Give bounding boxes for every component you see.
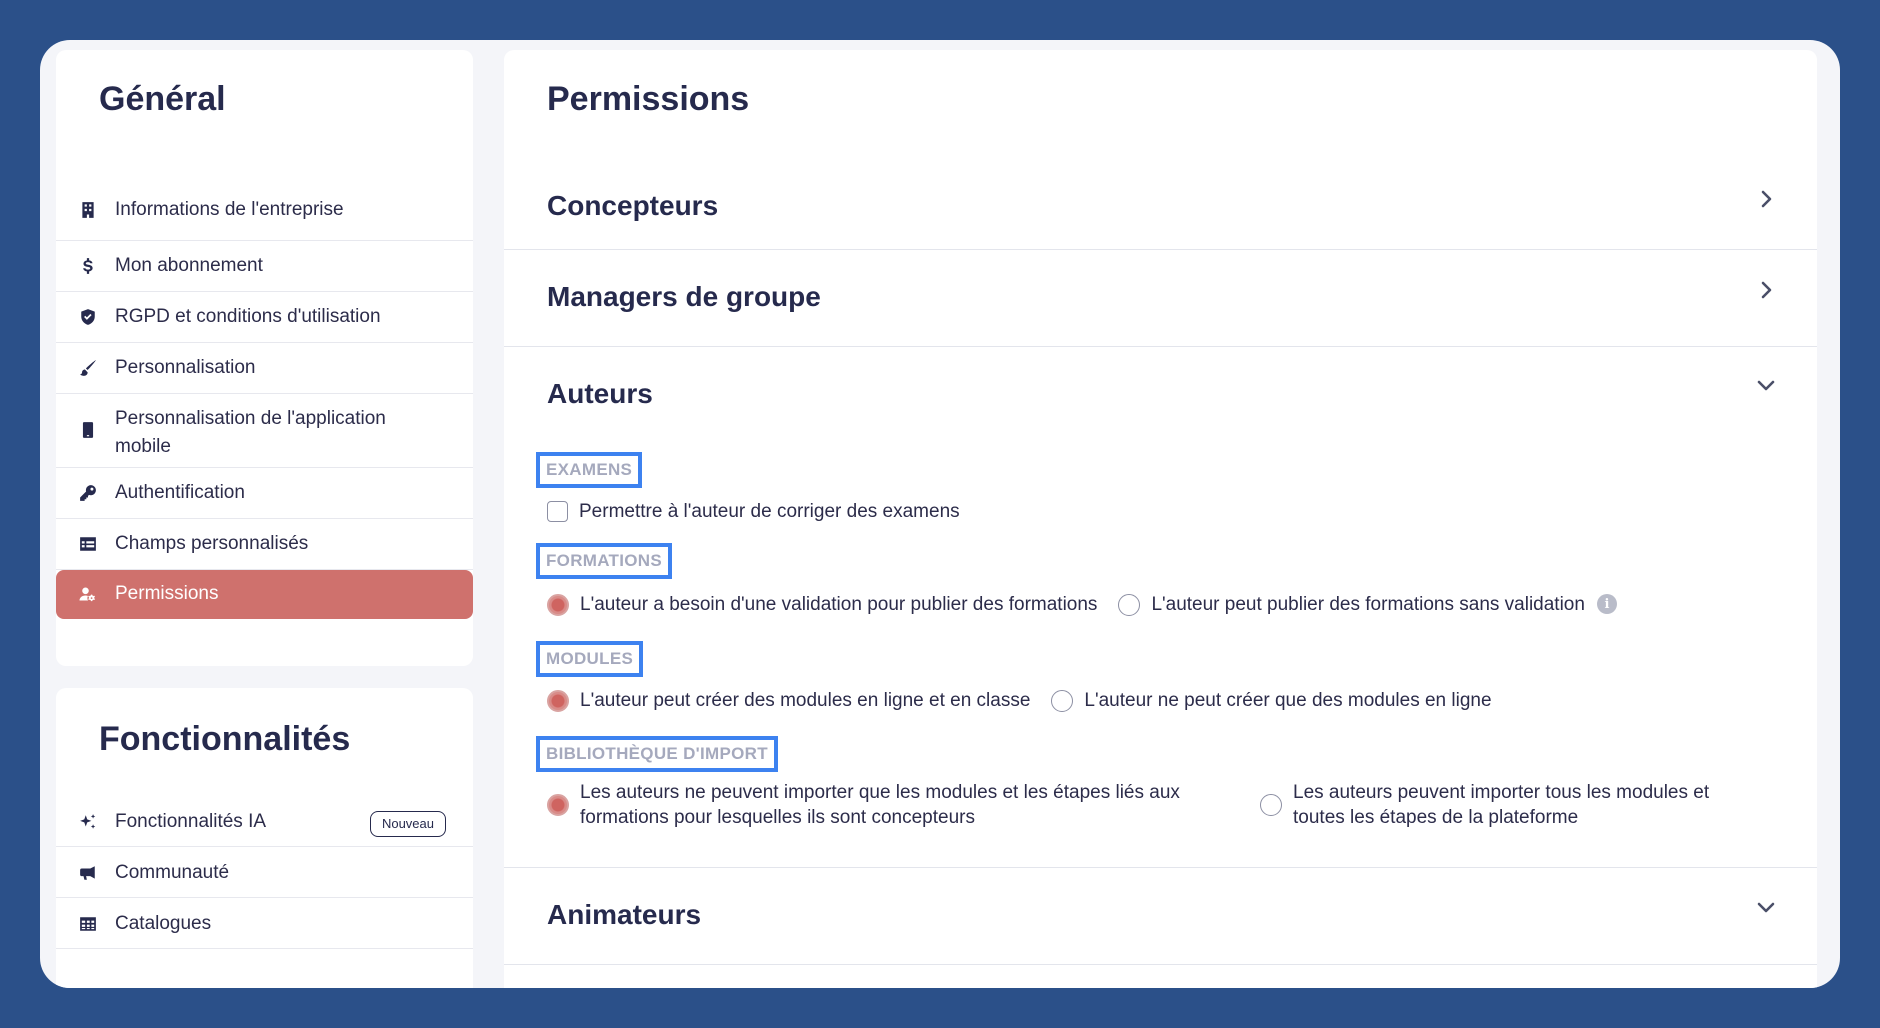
new-badge: Nouveau xyxy=(369,811,446,837)
bibliotheque-options: Les auteurs ne peuvent importer que les … xyxy=(547,780,1787,830)
examens-options: Permettre à l'auteur de corriger des exa… xyxy=(547,499,960,524)
dollar-icon xyxy=(78,256,98,276)
category-formations: FORMATIONS xyxy=(536,543,673,579)
sidebar-item-subscription[interactable]: Mon abonnement xyxy=(56,241,473,292)
megaphone-icon xyxy=(78,863,98,883)
sidebar-features-menu: Fonctionnalités IA Nouveau Communauté Ca… xyxy=(56,795,473,949)
radio-unselected[interactable] xyxy=(1260,794,1282,816)
sidebar-features-card: Fonctionnalités Fonctionnalités IA Nouve… xyxy=(56,688,473,988)
sidebar-item-mobile-app[interactable]: Personnalisation de l'application mobile xyxy=(56,394,473,468)
section-managers[interactable]: Managers de groupe xyxy=(504,250,1817,347)
category-examens: EXAMENS xyxy=(536,452,643,488)
checkbox[interactable] xyxy=(547,501,568,522)
sidebar-item-permissions[interactable]: Permissions xyxy=(56,570,473,619)
brush-icon xyxy=(78,358,98,378)
formations-option-no-validation[interactable]: L'auteur peut publier des formations san… xyxy=(1118,592,1617,617)
correct-exams-checkbox[interactable]: Permettre à l'auteur de corriger des exa… xyxy=(547,499,960,524)
formations-option-validation[interactable]: L'auteur a besoin d'une validation pour … xyxy=(547,592,1097,617)
chevron-right-icon[interactable] xyxy=(1755,188,1777,210)
formations-options: L'auteur a besoin d'une validation pour … xyxy=(547,592,1617,617)
section-title-concepteurs: Concepteurs xyxy=(547,190,719,221)
info-icon[interactable]: i xyxy=(1596,594,1617,614)
sidebar-item-catalogs[interactable]: Catalogues xyxy=(56,898,473,949)
sidebar-item-ai-features[interactable]: Fonctionnalités IA Nouveau xyxy=(56,795,473,847)
modules-options: L'auteur peut créer des modules en ligne… xyxy=(547,688,1492,713)
section-auteurs: Auteurs EXAMENS Permettre à l'auteur de … xyxy=(504,347,1817,868)
sidebar-general-menu: Informations de l'entreprise Mon abonnem… xyxy=(56,180,473,619)
grid-icon xyxy=(78,914,98,934)
user-gear-icon xyxy=(78,584,98,604)
section-concepteurs[interactable]: Concepteurs xyxy=(504,144,1817,250)
radio-unselected[interactable] xyxy=(1118,594,1141,616)
sidebar-item-company-info[interactable]: Informations de l'entreprise xyxy=(56,180,473,241)
category-bibliotheque: BIBLIOTHÈQUE D'IMPORT xyxy=(536,736,778,772)
table-icon xyxy=(78,534,98,554)
sparkles-icon xyxy=(78,812,98,832)
permissions-panel: Permissions Concepteurs Managers de grou… xyxy=(504,50,1817,988)
section-title-auteurs: Auteurs xyxy=(547,378,653,409)
sidebar-item-gdpr[interactable]: RGPD et conditions d'utilisation xyxy=(56,292,473,343)
sidebar-item-community[interactable]: Communauté xyxy=(56,847,473,898)
sidebar-item-authentication[interactable]: Authentification xyxy=(56,468,473,519)
bibliotheque-option-restricted[interactable]: Les auteurs ne peuvent importer que les … xyxy=(547,780,1260,830)
mobile-icon xyxy=(78,420,98,440)
section-title-animateurs: Animateurs xyxy=(547,899,702,930)
sidebar-item-custom-fields[interactable]: Champs personnalisés xyxy=(56,519,473,570)
sidebar-features-title: Fonctionnalités xyxy=(99,720,351,758)
page-title: Permissions xyxy=(547,80,750,118)
radio-selected[interactable] xyxy=(547,794,569,816)
bibliotheque-option-all[interactable]: Les auteurs peuvent importer tous les mo… xyxy=(1260,780,1753,830)
sidebar-general-card: Général Informations de l'entreprise Mon… xyxy=(56,50,473,666)
app-window: Général Informations de l'entreprise Mon… xyxy=(40,40,1840,988)
sidebar-general-title: Général xyxy=(99,80,226,118)
chevron-down-icon[interactable] xyxy=(1755,374,1777,396)
modules-option-online-only[interactable]: L'auteur ne peut créer que des modules e… xyxy=(1051,688,1492,713)
modules-option-online-classroom[interactable]: L'auteur peut créer des modules en ligne… xyxy=(547,688,1030,713)
chevron-down-icon[interactable] xyxy=(1755,896,1777,918)
section-animateurs[interactable]: Animateurs xyxy=(504,868,1817,965)
radio-unselected[interactable] xyxy=(1051,690,1074,712)
shield-icon xyxy=(78,307,98,327)
chevron-right-icon[interactable] xyxy=(1755,279,1777,301)
section-title-managers: Managers de groupe xyxy=(547,281,821,312)
sidebar-item-customization[interactable]: Personnalisation xyxy=(56,343,473,394)
key-icon xyxy=(78,483,98,503)
category-modules: MODULES xyxy=(536,641,644,677)
radio-selected[interactable] xyxy=(547,594,569,616)
radio-selected[interactable] xyxy=(547,690,569,712)
building-icon xyxy=(78,200,98,220)
